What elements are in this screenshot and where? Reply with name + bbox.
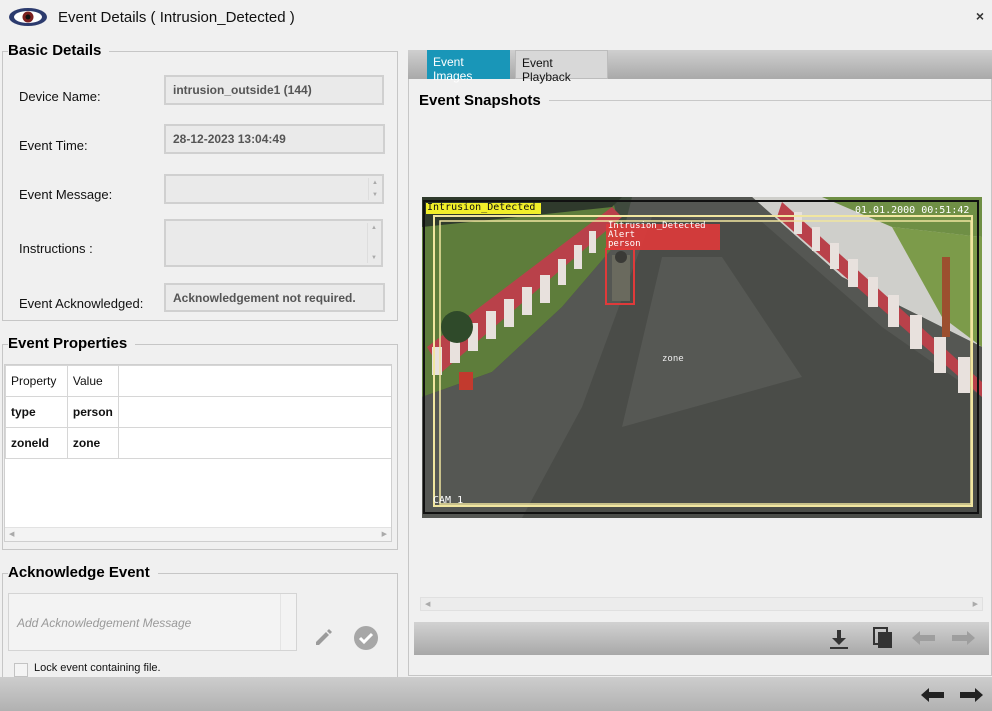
acknowledge-title: Acknowledge Event <box>8 564 158 581</box>
event-message-field[interactable]: ▲ ▼ <box>164 174 384 204</box>
lock-event-checkbox[interactable] <box>14 663 28 677</box>
device-name-field: intrusion_outside1 (144) <box>164 75 384 105</box>
cell-value: person <box>66 396 119 428</box>
tab-event-playback[interactable]: Event Playback <box>515 50 608 84</box>
overlay-zone-label: zone <box>662 354 684 364</box>
column-header-property[interactable]: Property <box>5 365 68 397</box>
instructions-field[interactable]: ▲ ▼ <box>164 219 383 267</box>
copy-icon[interactable] <box>871 626 895 650</box>
column-header-value[interactable]: Value <box>66 365 119 397</box>
overlay-intrusion-label: Intrusion_Detected <box>427 202 536 213</box>
table-header-row: Property Value <box>5 365 391 397</box>
overlay-cam-label: CAM 1 <box>433 495 464 506</box>
properties-grid: Property Value type person zoneId zone ◀… <box>4 364 392 542</box>
event-acknowledged-label: Event Acknowledged: <box>19 296 144 311</box>
event-message-scrollbar[interactable]: ▲ ▼ <box>368 178 380 200</box>
window-title: Event Details ( Intrusion_Detected ) <box>58 9 295 26</box>
arrow-right-icon[interactable] <box>959 687 983 703</box>
bottom-navigation-bar <box>0 677 992 711</box>
cell-property: type <box>5 396 68 428</box>
lock-event-label: Lock event containing file. <box>34 662 161 674</box>
event-acknowledged-field: Acknowledgement not required. <box>164 283 385 312</box>
overlay-timestamp: 01.01.2000 00:51:42 <box>855 205 970 216</box>
event-snapshots-title: Event Snapshots <box>419 92 549 109</box>
instructions-scrollbar[interactable]: ▲ ▼ <box>367 223 379 263</box>
tab-event-images[interactable]: Event Images <box>427 50 510 83</box>
arrow-left-icon[interactable] <box>912 630 936 646</box>
arrow-right-icon[interactable] <box>951 630 975 646</box>
pencil-icon[interactable] <box>313 627 333 647</box>
snapshot-horizontal-scrollbar[interactable]: ◀ ▶ <box>420 597 983 611</box>
tab-bar: Event Images Event Playback <box>408 50 992 84</box>
properties-horizontal-scrollbar[interactable]: ◀ ▶ <box>5 527 391 541</box>
event-snapshot-image[interactable]: Intrusion_Detected 01.01.2000 00:51:42 I… <box>422 197 982 518</box>
event-properties-title: Event Properties <box>8 335 136 352</box>
event-time-label: Event Time: <box>19 138 88 153</box>
eye-icon <box>9 8 47 26</box>
arrow-left-icon[interactable] <box>921 687 945 703</box>
cell-property: zoneId <box>5 427 68 459</box>
event-time-field: 28-12-2023 13:04:49 <box>164 124 385 154</box>
cell-value: zone <box>66 427 119 459</box>
table-row[interactable]: type person <box>5 396 391 428</box>
event-message-label: Event Message: <box>19 187 113 202</box>
download-icon[interactable] <box>828 628 850 650</box>
snapshot-toolbar <box>414 622 989 655</box>
check-circle-icon[interactable] <box>353 625 379 651</box>
title-bar: Event Details ( Intrusion_Detected ) × <box>0 0 992 36</box>
close-button[interactable]: × <box>976 8 984 24</box>
overlay-alert-line3: person <box>608 239 641 249</box>
acknowledge-scrollbar[interactable] <box>280 594 296 650</box>
acknowledge-message-input[interactable]: Add Acknowledgement Message <box>8 593 297 651</box>
instructions-label: Instructions : <box>19 241 93 256</box>
snapshot-scene <box>422 197 982 518</box>
device-name-label: Device Name: <box>19 89 101 104</box>
basic-details-title: Basic Details <box>8 42 110 59</box>
table-row[interactable]: zoneId zone <box>5 427 391 459</box>
snapshots-divider <box>540 100 992 101</box>
